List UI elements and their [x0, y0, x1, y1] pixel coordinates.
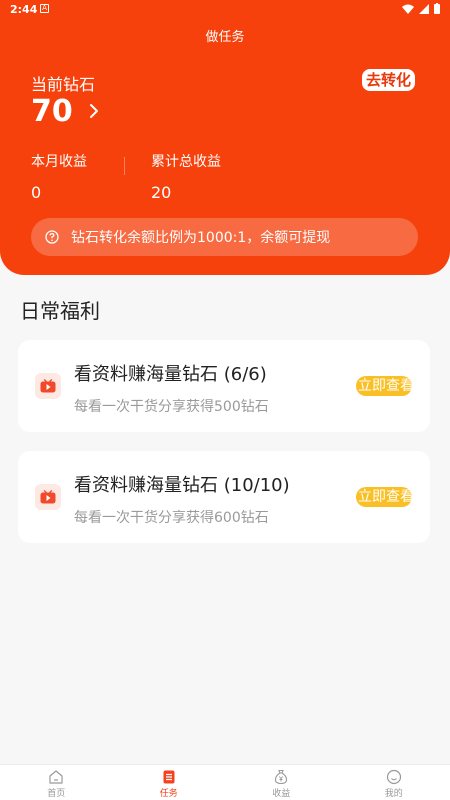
conversion-notice: 钻石转化余额比例为1000:1，余额可提现	[31, 218, 418, 256]
task-title: 看资料赚海量钻石 (10/10)	[74, 475, 290, 496]
task-subtitle: 每看一次干货分享获得600钻石	[74, 510, 269, 526]
task-title: 看资料赚海量钻石 (6/6)	[74, 364, 267, 385]
nav-item-mine[interactable]: 我的	[338, 765, 450, 800]
wifi-icon	[402, 4, 414, 14]
chevron-right-icon[interactable]	[89, 103, 99, 119]
total-earnings-label: 累计总收益	[151, 154, 221, 170]
section-title: 日常福利	[20, 299, 100, 323]
month-earnings-label: 本月收益	[31, 154, 87, 170]
nav-item-task[interactable]: 任务	[113, 765, 226, 800]
video-icon	[35, 373, 61, 399]
nav-label: 我的	[384, 789, 403, 799]
smile-icon	[386, 769, 401, 785]
nav-item-home[interactable]: 首页	[0, 765, 113, 800]
diamond-label: 当前钻石	[31, 75, 96, 94]
month-earnings: 本月收益 0	[31, 151, 87, 202]
notice-text: 钻石转化余额比例为1000:1，余额可提现	[71, 230, 331, 246]
view-now-button[interactable]: 立即查看	[356, 376, 412, 396]
nav-item-earnings[interactable]: 收益	[225, 765, 338, 800]
task-card: 看资料赚海量钻石 (6/6) 每看一次干货分享获得500钻石 立即查看	[18, 340, 430, 432]
month-earnings-value: 0	[31, 183, 42, 202]
stat-divider	[124, 157, 125, 175]
total-earnings: 累计总收益 20	[151, 151, 221, 202]
help-circle-icon	[45, 230, 59, 244]
bottom-nav: 首页 任务 收益 我的	[0, 764, 450, 800]
diamond-value[interactable]: 70	[31, 94, 73, 129]
nav-label: 首页	[47, 789, 66, 799]
convert-button[interactable]: 去转化	[362, 69, 416, 91]
money-bag-icon	[275, 769, 288, 785]
task-card: 看资料赚海量钻石 (10/10) 每看一次干货分享获得600钻石 立即查看	[18, 451, 430, 543]
signal-icon	[419, 3, 429, 14]
battery-icon	[434, 3, 440, 14]
status-icons	[402, 3, 440, 14]
status-time: 2:44	[10, 3, 38, 16]
view-now-button[interactable]: 立即查看	[356, 487, 412, 507]
header-panel: 2:44 A 做任务 当前钻石 70 去转化 本月收益 0 累计总收益 20 钻…	[0, 0, 450, 275]
status-bar: 2:44 A	[0, 0, 450, 20]
video-icon	[35, 484, 61, 510]
page-title: 做任务	[205, 30, 245, 45]
nav-label: 任务	[159, 789, 178, 799]
nav-label: 收益	[272, 789, 291, 799]
notification-icon: A	[40, 4, 49, 13]
total-earnings-value: 20	[151, 183, 172, 202]
home-icon	[49, 770, 63, 784]
task-list-icon	[163, 770, 175, 784]
task-subtitle: 每看一次干货分享获得500钻石	[74, 399, 269, 415]
